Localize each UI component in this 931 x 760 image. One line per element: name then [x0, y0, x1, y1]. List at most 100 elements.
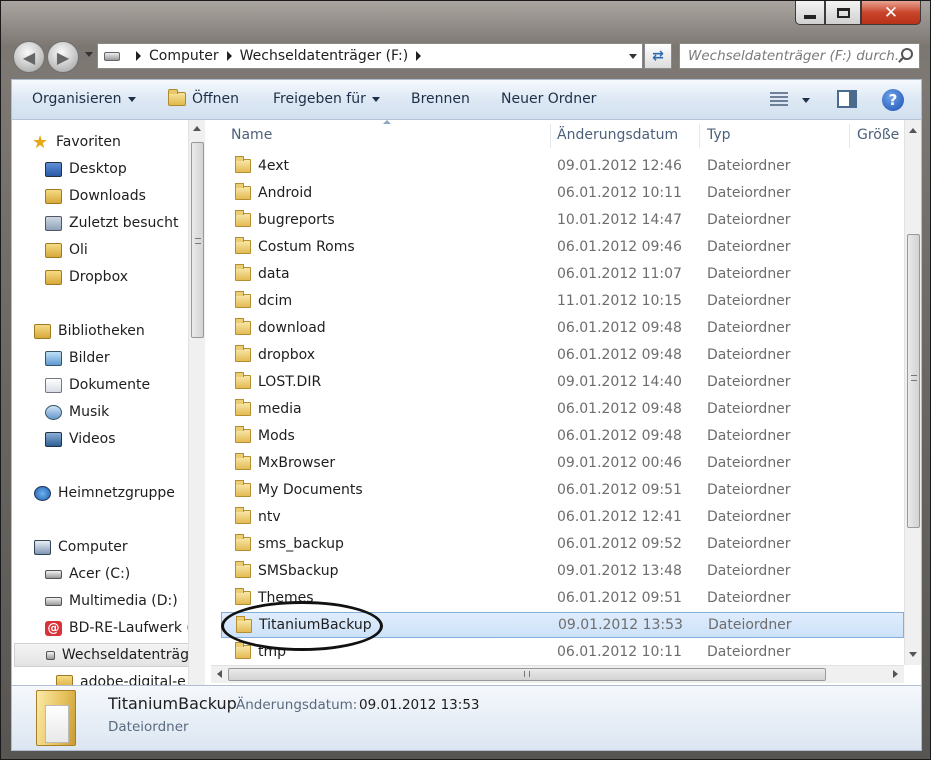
- sidebar-item-oli[interactable]: Oli: [45, 238, 206, 262]
- search-icon[interactable]: [901, 48, 913, 60]
- sidebar-item-desktop[interactable]: Desktop: [45, 157, 206, 181]
- folder-icon: [235, 534, 251, 551]
- breadcrumb-chevron-icon[interactable]: [136, 51, 141, 61]
- table-row[interactable]: sms_backup 06.01.2012 09:52 Dateiordner: [221, 531, 904, 557]
- views-icon[interactable]: [770, 92, 788, 106]
- sidebar-item-label: Desktop: [69, 161, 127, 177]
- burn-button[interactable]: Brennen: [411, 91, 470, 107]
- table-row[interactable]: Android 06.01.2012 10:11 Dateiordner: [221, 180, 904, 206]
- maximize-button[interactable]: [825, 1, 861, 25]
- row-name: My Documents: [258, 482, 363, 498]
- recent-pages-dropdown[interactable]: [85, 52, 93, 57]
- file-list-scrollbar[interactable]: [904, 120, 921, 665]
- forward-button[interactable]: ▶: [47, 41, 79, 73]
- table-row[interactable]: tmp 06.01.2012 10:11 Dateiordner: [221, 639, 904, 665]
- sidebar-item-label: Dokumente: [69, 377, 151, 393]
- table-row[interactable]: SMSbackup 09.01.2012 13:48 Dateiordner: [221, 558, 904, 584]
- table-row[interactable]: data 06.01.2012 11:07 Dateiordner: [221, 261, 904, 287]
- table-row[interactable]: Mods 06.01.2012 09:48 Dateiordner: [221, 423, 904, 449]
- search-input[interactable]: Wechseldatenträger (F:) durch...: [679, 43, 920, 69]
- table-row[interactable]: MxBrowser 09.01.2012 00:46 Dateiordner: [221, 450, 904, 476]
- scrollbar-thumb[interactable]: [228, 668, 826, 681]
- row-name: data: [258, 266, 290, 282]
- row-date: 06.01.2012 09:48: [557, 347, 682, 363]
- sidebar-item-dropbox[interactable]: Dropbox: [45, 265, 206, 289]
- table-row[interactable]: TitaniumBackup 09.01.2012 13:53 Dateiordne…: [221, 612, 904, 638]
- column-header-type[interactable]: Typ: [707, 120, 847, 150]
- preview-pane-icon[interactable]: [837, 90, 857, 108]
- sidebar-item-drive-c[interactable]: Acer (C:): [45, 562, 206, 586]
- table-row[interactable]: dcim 11.01.2012 10:15 Dateiordner: [221, 288, 904, 314]
- table-row[interactable]: Costum Roms 06.01.2012 09:46 Dateiordner: [221, 234, 904, 260]
- sidebar-item-recent[interactable]: Zuletzt besucht: [45, 211, 206, 235]
- horizontal-scrollbar[interactable]: [211, 665, 904, 683]
- large-folder-icon: [36, 690, 76, 746]
- sidebar-item-drive-d[interactable]: Multimedia (D:): [45, 589, 206, 613]
- documents-icon: [45, 377, 62, 393]
- open-button[interactable]: Öffnen: [168, 89, 239, 107]
- table-row[interactable]: bugreports 10.01.2012 14:47 Dateiordner: [221, 207, 904, 233]
- sidebar-homegroup[interactable]: Heimnetzgruppe: [34, 481, 206, 505]
- row-date: 09.01.2012 14:40: [557, 374, 682, 390]
- scroll-right-arrow-icon[interactable]: [893, 670, 898, 678]
- scroll-up-arrow-icon[interactable]: [909, 128, 917, 133]
- sidebar-item-bd-drive[interactable]: @ BD-RE-Laufwerk (: [45, 616, 206, 640]
- breadcrumb-computer[interactable]: Computer: [149, 48, 219, 64]
- sidebar-item-label: Videos: [69, 431, 116, 447]
- table-row[interactable]: 4ext 09.01.2012 12:46 Dateiordner: [221, 153, 904, 179]
- table-row[interactable]: dropbox 06.01.2012 09:48 Dateiordner: [221, 342, 904, 368]
- table-row[interactable]: My Documents 06.01.2012 09:51 Dateiordner: [221, 477, 904, 503]
- scroll-up-arrow-icon[interactable]: [193, 126, 201, 131]
- sidebar-item-pictures[interactable]: Bilder: [45, 346, 206, 370]
- folder-icon: [235, 453, 251, 470]
- back-button[interactable]: ◀: [13, 41, 45, 73]
- column-divider[interactable]: [849, 124, 850, 148]
- column-divider[interactable]: [550, 124, 551, 148]
- row-name: SMSbackup: [258, 563, 339, 579]
- column-header-name[interactable]: Name: [231, 120, 551, 150]
- videos-icon: [45, 431, 62, 447]
- sidebar-item-removable-drive[interactable]: Wechseldatenträg: [14, 643, 190, 667]
- views-dropdown-icon[interactable]: [802, 98, 810, 103]
- address-bar[interactable]: Computer Wechseldatenträger (F:): [97, 43, 643, 69]
- sidebar-libraries[interactable]: Bibliotheken: [34, 319, 206, 343]
- title-bar[interactable]: ✕: [1, 1, 930, 35]
- share-with-button[interactable]: Freigeben für: [273, 91, 380, 107]
- refresh-button[interactable]: ⇄: [644, 43, 672, 69]
- scroll-down-arrow-icon[interactable]: [909, 652, 917, 657]
- breadcrumb-chevron-icon[interactable]: [416, 51, 422, 61]
- sidebar-item-adobe-folder[interactable]: adobe-digital-e: [56, 670, 206, 685]
- sidebar-item-label: Oli: [69, 242, 88, 258]
- row-type: Dateiordner: [707, 239, 791, 255]
- minimize-button[interactable]: [795, 1, 825, 25]
- scroll-left-arrow-icon[interactable]: [217, 670, 222, 678]
- row-name: bugreports: [258, 212, 335, 228]
- row-date: 06.01.2012 09:46: [557, 239, 682, 255]
- sidebar-item-music[interactable]: Musik: [45, 400, 206, 424]
- sidebar-computer[interactable]: Computer: [34, 535, 206, 559]
- organize-button[interactable]: Organisieren: [32, 91, 136, 107]
- sidebar-item-videos[interactable]: Videos: [45, 427, 206, 451]
- table-row[interactable]: Themes 06.01.2012 09:51 Dateiordner: [221, 585, 904, 611]
- table-row[interactable]: media 06.01.2012 09:48 Dateiordner: [221, 396, 904, 422]
- downloads-folder-icon: [45, 188, 62, 204]
- address-dropdown-icon[interactable]: [629, 54, 637, 59]
- navigation-pane-scrollbar[interactable]: [188, 120, 205, 685]
- table-row[interactable]: download 06.01.2012 09:48 Dateiordner: [221, 315, 904, 341]
- row-date: 06.01.2012 09:51: [557, 590, 682, 606]
- column-header-size[interactable]: Größe: [857, 120, 905, 150]
- column-divider[interactable]: [699, 124, 700, 148]
- help-icon[interactable]: ?: [882, 89, 904, 111]
- scrollbar-thumb[interactable]: [191, 142, 204, 338]
- scrollbar-thumb[interactable]: [907, 234, 920, 528]
- table-row[interactable]: ntv 06.01.2012 12:41 Dateiordner: [221, 504, 904, 530]
- sidebar-item-documents[interactable]: Dokumente: [45, 373, 206, 397]
- sidebar-item-downloads[interactable]: Downloads: [45, 184, 206, 208]
- sidebar-favorites[interactable]: ★ Favoriten: [32, 130, 206, 154]
- breadcrumb-chevron-icon[interactable]: [226, 51, 232, 61]
- table-row[interactable]: LOST.DIR 09.01.2012 14:40 Dateiordner: [221, 369, 904, 395]
- column-header-date[interactable]: Änderungsdatum: [557, 120, 697, 150]
- breadcrumb-removable-drive[interactable]: Wechseldatenträger (F:): [240, 48, 409, 64]
- close-button[interactable]: ✕: [861, 1, 921, 25]
- new-folder-button[interactable]: Neuer Ordner: [501, 91, 596, 107]
